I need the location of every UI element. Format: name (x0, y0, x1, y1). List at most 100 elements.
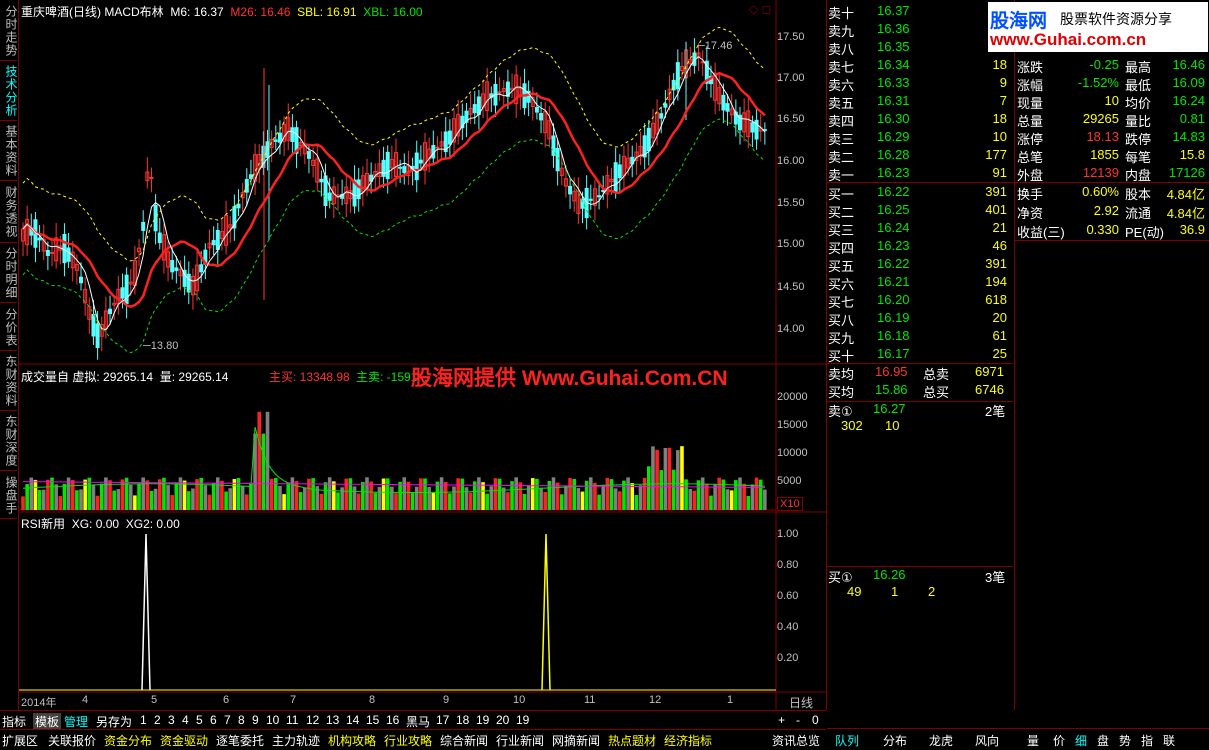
toolbar-button[interactable]: 3 (168, 713, 175, 727)
toolbar-button[interactable]: 14 (346, 713, 359, 727)
tab-ef-depth[interactable]: 东财深度 (0, 412, 18, 471)
right-tab[interactable]: 量 (1027, 732, 1039, 749)
buy-order-row[interactable]: 买二 16.25 401 (827, 202, 1013, 220)
right-tab[interactable]: 价 (1053, 732, 1065, 749)
toolbar-button[interactable]: 6 (210, 713, 217, 727)
volume-bar (655, 449, 659, 510)
extension-button[interactable]: 行业攻略 (384, 732, 432, 749)
tab-ef-info[interactable]: 东财资料 (0, 352, 18, 411)
toolbar-button[interactable]: 15 (366, 713, 379, 727)
buy-order-row[interactable]: 买四 16.23 46 (827, 238, 1013, 256)
tab-intraday[interactable]: 分时走势 (0, 2, 18, 61)
right-tab[interactable]: 分布 (883, 732, 907, 749)
toolbar-button[interactable]: 11 (286, 713, 298, 727)
extension-button[interactable]: 行业新闻 (496, 732, 544, 749)
toolbar-button[interactable]: 0 (812, 713, 819, 727)
toolbar-button[interactable]: 7 (224, 713, 231, 727)
toolbar-button[interactable]: 模板 (33, 713, 62, 730)
toolbar-button[interactable]: 19 (476, 713, 489, 727)
toolbar-button[interactable]: 17 (436, 713, 449, 727)
chart-area[interactable]: 重庆啤酒(日线) MACD布林 M6: 16.37 M26: 16.46 SBL… (19, 0, 827, 710)
extension-button[interactable]: 逐笔委托 (216, 732, 264, 749)
toolbar-button[interactable]: 13 (326, 713, 339, 727)
toolbar-button[interactable]: 8 (238, 713, 245, 727)
sell-order-row[interactable]: 卖三 16.29 10 (827, 129, 1013, 147)
toolbar-button[interactable]: 指标 (2, 713, 26, 730)
panel-controls-icon[interactable]: ◇ ◻ (749, 2, 772, 16)
extension-button[interactable]: 资金驱动 (160, 732, 208, 749)
sell-order-row[interactable]: 卖二 16.28 177 (827, 147, 1013, 165)
extension-button[interactable]: 扩展区 (2, 732, 38, 749)
extension-button[interactable]: 网摘新闻 (552, 732, 600, 749)
right-tab[interactable]: 指 (1141, 732, 1153, 749)
extension-button[interactable]: 热点题材 (608, 732, 656, 749)
sell-order-row[interactable]: 卖六 16.33 9 (827, 75, 1013, 93)
tab-detail[interactable]: 分时明细 (0, 244, 18, 303)
sell-order-row[interactable]: 卖七 16.34 18 (827, 57, 1013, 75)
volume-bar (83, 479, 87, 510)
extension-button[interactable]: 经济指标 (664, 732, 712, 749)
sell-avg-label: 卖均 (828, 367, 855, 382)
sell-order-row[interactable]: 卖四 16.30 18 (827, 111, 1013, 129)
tab-price-table[interactable]: 分价表 (0, 304, 18, 351)
tab-finance[interactable]: 财务透视 (0, 182, 18, 243)
stat-key: 净资 (1017, 206, 1044, 221)
buy-order-row[interactable]: 买九 16.18 61 (827, 328, 1013, 346)
sell-order-row[interactable]: 卖九 16.36 (827, 21, 1013, 39)
buy-order-row[interactable]: 买七 16.20 618 (827, 292, 1013, 310)
order-price: 16.22 (877, 184, 910, 199)
kline-chart-canvas[interactable] (19, 0, 826, 710)
right-tab[interactable]: 队列 (835, 732, 859, 749)
toolbar-button[interactable]: 2 (154, 713, 161, 727)
buy-order-row[interactable]: 买一 16.22 391 (827, 184, 1013, 202)
toolbar-button[interactable]: 19 (516, 713, 529, 727)
buy-order-row[interactable]: 买三 16.24 21 (827, 220, 1013, 238)
volume-bar (398, 481, 402, 510)
toolbar-button[interactable]: 16 (386, 713, 399, 727)
toolbar-button[interactable]: + (778, 713, 785, 727)
buy-order-row[interactable]: 买六 16.21 194 (827, 274, 1013, 292)
toolbar-button[interactable]: 12 (306, 713, 319, 727)
tab-basic-info[interactable]: 基本资料 (0, 122, 18, 181)
candle-body (199, 264, 204, 273)
extension-button[interactable]: 机构攻略 (328, 732, 376, 749)
toolbar-button[interactable]: 20 (496, 713, 509, 727)
buy-order-row[interactable]: 买十 16.17 25 (827, 346, 1013, 364)
extension-button[interactable]: 关联报价 (48, 732, 96, 749)
volume-scale-badge[interactable]: X10 (777, 497, 803, 511)
toolbar-button[interactable]: 5 (196, 713, 203, 727)
buy-order-row[interactable]: 买八 16.19 20 (827, 310, 1013, 328)
sell-order-row[interactable]: 卖五 16.31 7 (827, 93, 1013, 111)
extension-button[interactable]: 综合新闻 (440, 732, 488, 749)
tab-trader[interactable]: 操盘手 (0, 472, 18, 519)
toolbar-button[interactable]: 10 (266, 713, 279, 727)
toolbar-button[interactable]: 4 (182, 713, 189, 727)
toolbar-button[interactable]: 黑马 (406, 713, 430, 730)
tab-technical[interactable]: 技术分析 (0, 62, 18, 121)
toolbar-button[interactable]: 18 (456, 713, 469, 727)
extension-button[interactable]: 资讯总览 (772, 732, 820, 749)
right-tab[interactable]: 势 (1119, 732, 1131, 749)
stat-value: 1855 (1090, 147, 1119, 162)
right-tab[interactable]: 风向 (975, 732, 999, 749)
toolbar-button[interactable]: 管理 (64, 713, 88, 730)
extension-button[interactable]: 主力轨迹 (272, 732, 320, 749)
sell-order-row[interactable]: 卖八 16.35 (827, 39, 1013, 57)
price-tick: 16.00 (777, 155, 805, 167)
sell1-detail-row[interactable]: 卖① 16.27 2笔 (827, 401, 1013, 419)
buy-order-row[interactable]: 买五 16.22 391 (827, 256, 1013, 274)
sell-order-row[interactable]: 卖十 16.37 (827, 3, 1013, 21)
toolbar-button[interactable]: 9 (252, 713, 259, 727)
sell-order-row[interactable]: 卖一 16.23 91 (827, 165, 1013, 183)
right-tab[interactable]: 细 (1075, 732, 1087, 749)
candle-body (79, 276, 84, 284)
period-label[interactable]: 日线 (789, 694, 813, 711)
right-tab[interactable]: 联 (1163, 732, 1175, 749)
right-tab[interactable]: 盘 (1097, 732, 1109, 749)
buy1-detail-row[interactable]: 买① 16.26 3笔 (827, 567, 1013, 585)
extension-button[interactable]: 资金分布 (104, 732, 152, 749)
toolbar-button[interactable]: - (796, 713, 800, 727)
toolbar-button[interactable]: 另存为 (96, 713, 132, 730)
right-tab[interactable]: 龙虎 (929, 732, 953, 749)
toolbar-button[interactable]: 1 (140, 713, 147, 727)
